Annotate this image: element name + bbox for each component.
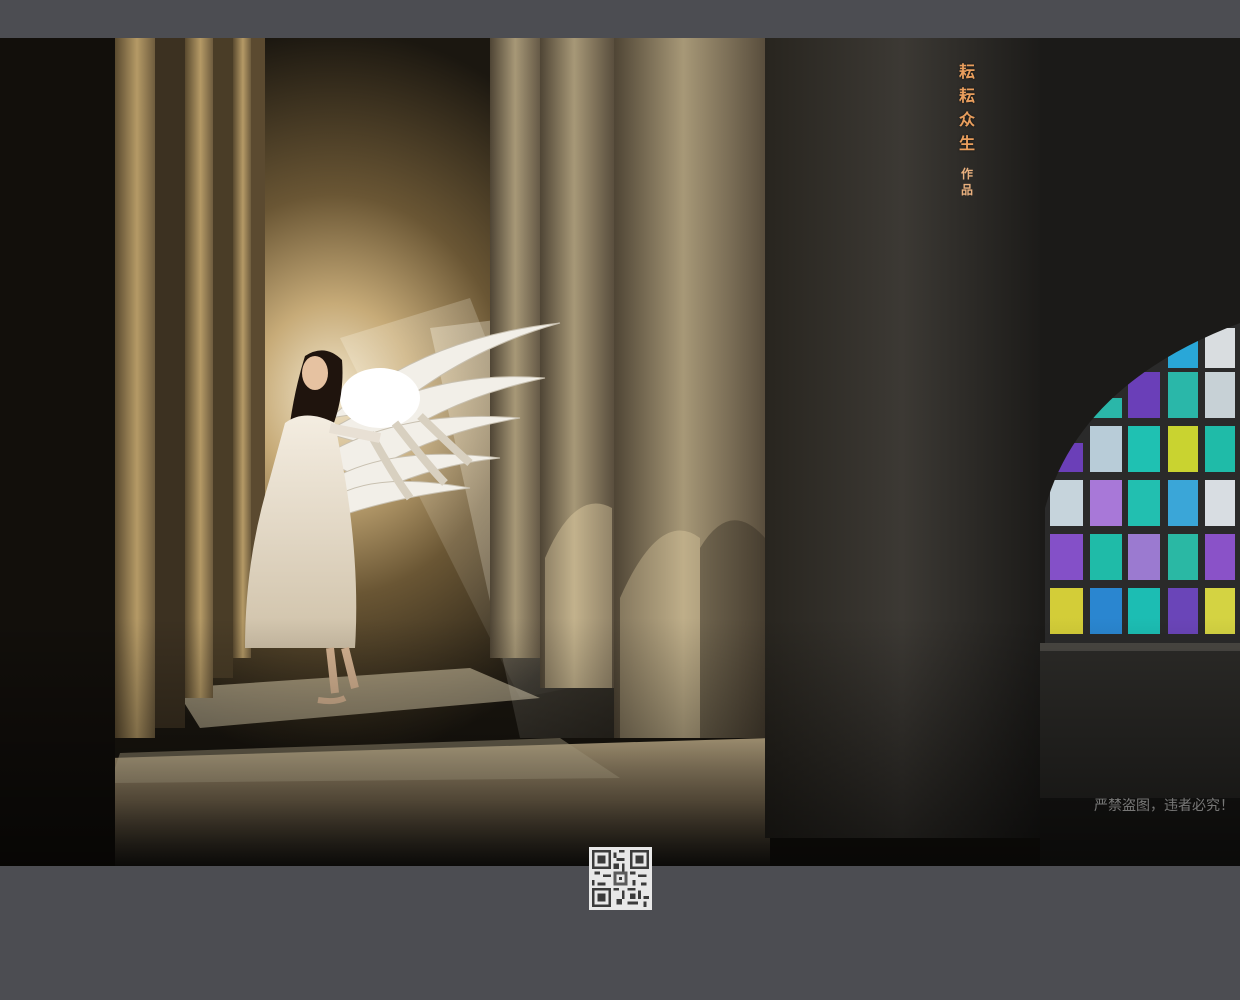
title-char: 耘 [958,86,975,105]
title-char: 耘 [958,62,975,81]
main-photo [0,38,1240,866]
copyright-watermark: 严禁盗图，违者必究！ [1094,798,1234,814]
artist-title: 耘 耘 众 生 作 品 [952,62,982,198]
page-frame: 耘 耘 众 生 作 品 严禁盗图，违者必究！ [0,0,1240,1000]
angel-dancer-photo-icon [0,38,1240,866]
qr-code[interactable] [589,847,652,910]
works-label: 作 品 [961,166,973,198]
title-char: 众 [958,110,975,129]
works-char: 作 [960,167,973,181]
title-char: 生 [958,134,975,153]
qr-code-icon [592,850,649,907]
works-char: 品 [960,183,973,197]
